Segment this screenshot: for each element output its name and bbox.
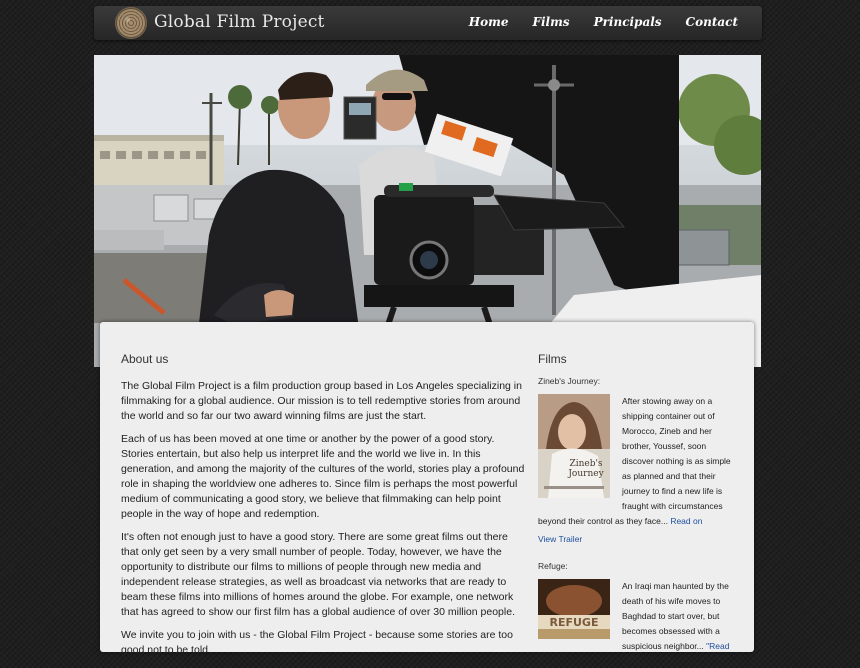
about-heading: About us [121, 352, 169, 366]
top-navbar: Global Film Project Home Films Principal… [94, 6, 762, 40]
read-link[interactable]: "Read [706, 641, 729, 651]
film-item-zinebs-journey: Zineb's Journey: Zineb's Journey After s… [538, 376, 738, 547]
films-heading: Films [538, 352, 567, 366]
film-item-refuge: Refuge: REFUGE An Iraqi man haunted by t… [538, 561, 738, 654]
film-title: Refuge: [538, 561, 568, 571]
logo-icon[interactable] [115, 7, 147, 39]
site-title[interactable]: Global Film Project [154, 12, 325, 32]
about-paragraph: We invite you to join with us - the Glob… [121, 629, 513, 656]
read-on-link[interactable]: Read on [670, 516, 702, 526]
main-nav: Home Films Principals Contact [469, 15, 738, 29]
nav-principals[interactable]: Principals [594, 15, 662, 29]
content-card: About us The Global Film Project is a fi… [100, 322, 754, 656]
nav-films[interactable]: Films [532, 15, 569, 29]
refuge-poster[interactable]: REFUGE [538, 579, 610, 639]
about-paragraph: Each of us has been moved at one time or… [121, 433, 525, 520]
about-paragraph: It's often not enough just to have a goo… [121, 531, 515, 618]
view-trailer-link[interactable]: View Trailer [538, 534, 582, 544]
films-sidebar: Films Zineb's Journey: Zineb's Journey A… [538, 352, 738, 668]
about-section: About us The Global Film Project is a fi… [121, 352, 526, 666]
svg-text:Journey: Journey [567, 469, 604, 479]
about-paragraph: The Global Film Project is a film produc… [121, 380, 522, 422]
zinebs-journey-poster[interactable]: Zineb's Journey [538, 394, 610, 498]
svg-text:Zineb's: Zineb's [569, 459, 602, 469]
nav-home[interactable]: Home [469, 15, 509, 29]
hero-banner-image [94, 55, 761, 367]
svg-text:REFUGE: REFUGE [550, 616, 599, 629]
film-title: Zineb's Journey: [538, 376, 601, 386]
nav-contact[interactable]: Contact [686, 15, 738, 29]
